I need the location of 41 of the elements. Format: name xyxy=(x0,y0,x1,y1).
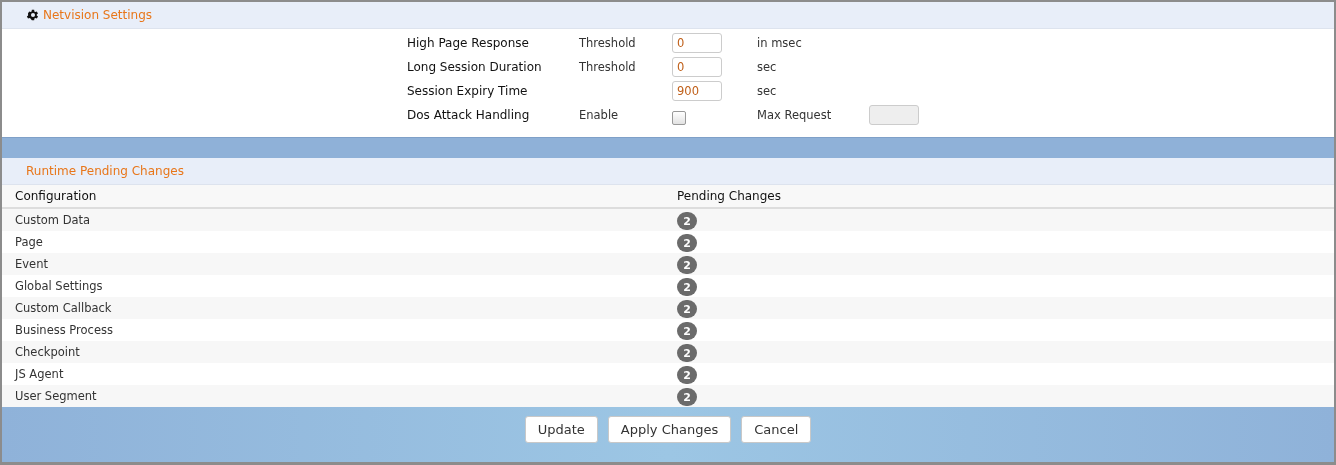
unit-label: sec xyxy=(757,60,778,74)
checkbox[interactable] xyxy=(672,111,686,125)
unit-label: sec xyxy=(757,84,778,98)
table-cell-text: Event xyxy=(15,257,49,271)
table-cell-text: Custom Callback xyxy=(15,301,113,315)
input-field[interactable]: 0 xyxy=(672,33,722,53)
count-badge: 2 xyxy=(677,256,697,275)
table-cell-text: User Segment xyxy=(15,389,98,403)
setting-label: Session Expiry Time xyxy=(407,84,529,98)
table-cell-text: Page xyxy=(15,235,44,249)
column-header: Pending Changes xyxy=(677,189,782,203)
count-badge: 2 xyxy=(677,388,697,407)
unit-label: Max Request xyxy=(757,108,833,122)
count-badge: 2 xyxy=(677,234,697,253)
count-badge: 2 xyxy=(677,366,697,385)
count-badge: 2 xyxy=(677,300,697,319)
action-button[interactable]: Update xyxy=(524,416,598,443)
count-badge: 2 xyxy=(677,322,697,341)
action-button[interactable]: Cancel xyxy=(741,416,812,443)
unit-label: in msec xyxy=(757,36,803,50)
setting-label: Long Session Duration xyxy=(407,60,543,74)
section-title: Netvision Settings xyxy=(43,8,153,22)
table-cell-text: Global Settings xyxy=(15,279,104,293)
table-cell-text: Business Process xyxy=(15,323,114,337)
action-button[interactable]: Apply Changes xyxy=(607,416,732,443)
count-badge: 2 xyxy=(677,212,697,231)
count-badge: 2 xyxy=(677,344,697,363)
settings-icon xyxy=(26,8,40,22)
setting-sublabel: Threshold xyxy=(579,60,637,74)
table-cell-text: Checkpoint xyxy=(15,345,81,359)
input-field[interactable]: 900 xyxy=(672,81,722,101)
setting-sublabel: Enable xyxy=(579,108,620,122)
input-field[interactable]: 0 xyxy=(672,57,722,77)
count-badge: 2 xyxy=(677,278,697,297)
setting-label: High Page Response xyxy=(407,36,530,50)
setting-label: Dos Attack Handling xyxy=(407,108,531,122)
section-title: Runtime Pending Changes xyxy=(26,164,184,178)
table-cell-text: JS Agent xyxy=(15,367,65,381)
table-cell-text: Custom Data xyxy=(15,213,92,227)
column-header: Configuration xyxy=(15,189,98,203)
setting-sublabel: Threshold xyxy=(579,36,637,50)
